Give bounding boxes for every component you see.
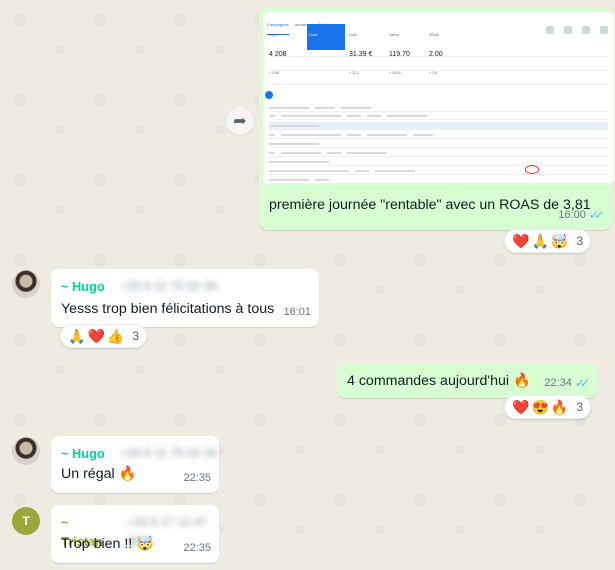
message-time: 22:35 bbox=[183, 472, 211, 484]
reaction-emoji: ❤️ bbox=[512, 232, 530, 249]
add-icon bbox=[265, 91, 273, 99]
reaction-emoji: 👍 bbox=[106, 327, 125, 344]
incoming-message[interactable]: ~ Hugo +33 6 11 75 02 34 Un régal 🔥 22:3… bbox=[51, 436, 219, 493]
reaction-emoji: 🙏 bbox=[68, 327, 86, 344]
reaction-bar[interactable]: ❤️ 😍 🔥 3 bbox=[504, 395, 591, 419]
reaction-count: 3 bbox=[576, 234, 583, 248]
incoming-message[interactable]: ~ Hugo +33 6 11 75 02 34 Yesss trop bien… bbox=[51, 269, 319, 327]
reaction-count: 3 bbox=[576, 400, 583, 414]
message-text: première journée "rentable" avec un ROAS… bbox=[269, 197, 591, 213]
avatar[interactable] bbox=[12, 437, 40, 465]
outgoing-message[interactable]: 4 commandes aujourd'hui 🔥 22:34 ✓✓ bbox=[337, 364, 597, 398]
avatar[interactable]: T bbox=[12, 507, 40, 535]
reaction-emoji: ❤️ bbox=[87, 327, 105, 344]
avatar[interactable] bbox=[12, 270, 40, 298]
metric-card-active: Conv. 21 + 18 bbox=[307, 24, 345, 75]
message-text: Trop bien !! 🤯 bbox=[61, 536, 154, 552]
metric-card: ROAS 2,00 + 1,0 bbox=[429, 33, 443, 75]
message-meta: 16:01 bbox=[283, 303, 311, 322]
reaction-emoji: 😍 bbox=[531, 398, 549, 415]
message-text: Un régal 🔥 bbox=[61, 466, 137, 482]
sender-phone: +33 6 11 75 02 34 bbox=[120, 279, 217, 293]
avatar-letter: T bbox=[22, 514, 30, 528]
forward-icon[interactable]: ➦ bbox=[226, 107, 254, 135]
message-time: 22:34 bbox=[544, 377, 572, 389]
message-meta: 22:34 ✓✓ bbox=[544, 374, 590, 393]
message-time: 16:01 bbox=[283, 306, 311, 318]
double-check-icon: ✓✓ bbox=[574, 376, 590, 390]
reaction-bar[interactable]: 🙏 ❤️ 👍 3 bbox=[60, 324, 147, 348]
highlight-circle bbox=[525, 165, 539, 174]
metric-card: Coût 31,39 € + 12,1 bbox=[349, 33, 373, 75]
reaction-emoji: 🤯 bbox=[550, 232, 569, 249]
screenshot-toolbar-icons bbox=[546, 26, 608, 34]
incoming-message[interactable]: ~ Tristan +33 6 17 12 47 98 Trop bien !!… bbox=[51, 505, 219, 563]
sender-name[interactable]: ~ Hugo bbox=[61, 444, 105, 463]
message-meta: 16:00 ✓✓ bbox=[558, 206, 604, 225]
message-meta: 22:35 bbox=[183, 469, 211, 488]
reaction-emoji: 🔥 bbox=[550, 398, 569, 415]
reaction-emoji: 🙏 bbox=[531, 232, 549, 249]
outgoing-image-message[interactable]: Campagnes Annonces Recherches Impr. 4 20… bbox=[259, 8, 614, 230]
reaction-emoji: ❤️ bbox=[512, 398, 530, 415]
metric-card: Valeur 119,70 + 119,6 bbox=[389, 33, 410, 75]
metric-card: Impr. 4 208 + 3,0K bbox=[269, 33, 287, 75]
reaction-bar[interactable]: ❤️ 🙏 🤯 3 bbox=[504, 229, 591, 253]
sender-name[interactable]: ~ Hugo bbox=[61, 277, 105, 296]
message-time: 22:35 bbox=[183, 542, 211, 554]
message-meta: 22:35 bbox=[183, 539, 211, 558]
message-time: 16:00 bbox=[558, 209, 586, 221]
message-text: Yesss trop bien félicitations à tous bbox=[61, 301, 275, 317]
reaction-count: 3 bbox=[132, 329, 139, 343]
sender-phone: +33 6 11 75 02 34 bbox=[120, 446, 217, 460]
ads-dashboard-screenshot[interactable]: Campagnes Annonces Recherches Impr. 4 20… bbox=[263, 12, 614, 184]
double-check-icon: ✓✓ bbox=[588, 208, 604, 222]
message-text: 4 commandes aujourd'hui 🔥 bbox=[347, 373, 531, 389]
